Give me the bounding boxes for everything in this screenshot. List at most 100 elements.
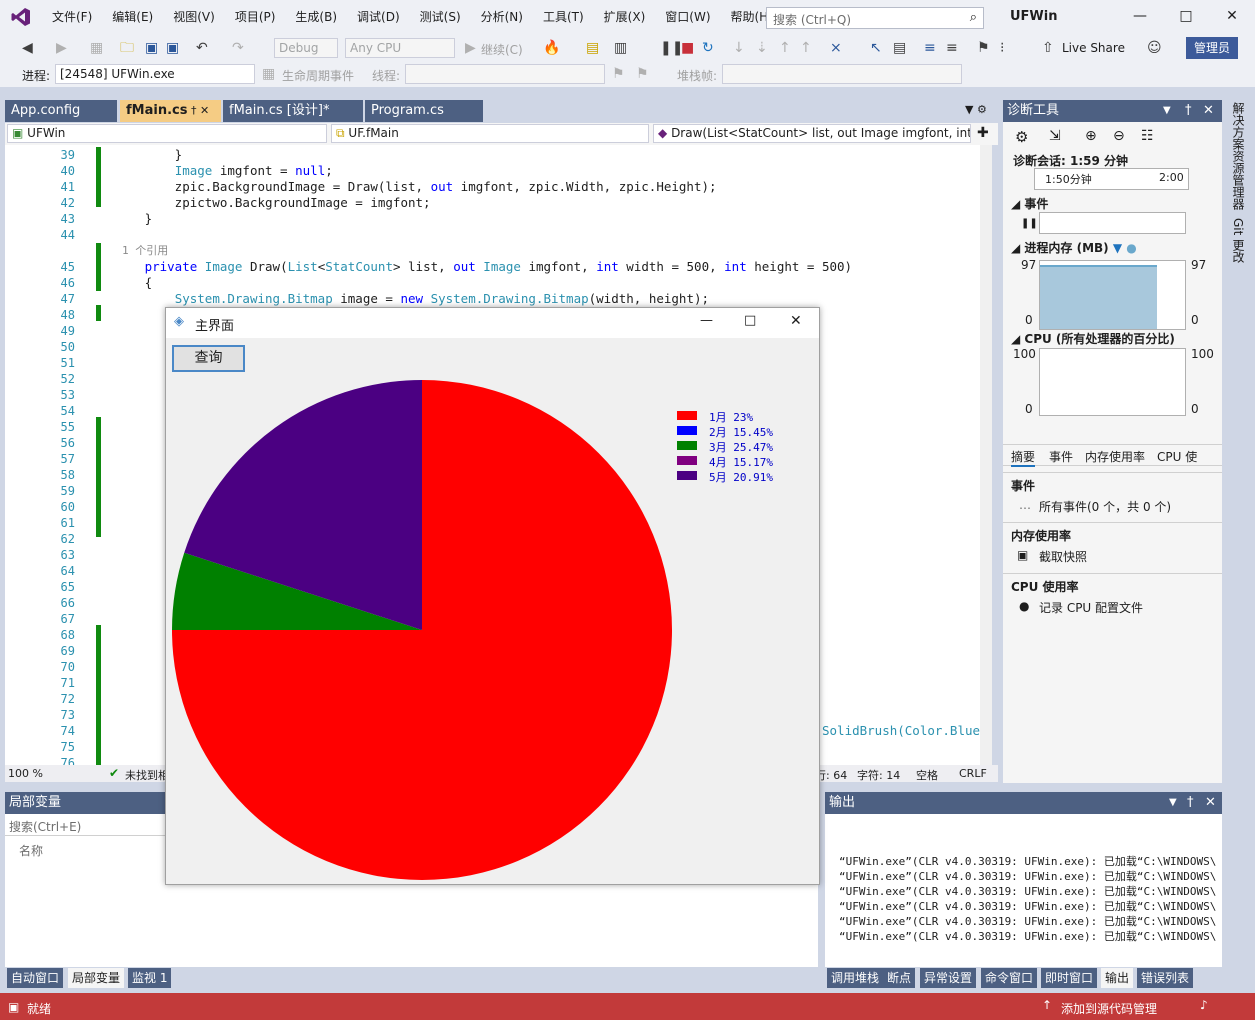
admin-button[interactable]: 管理员 <box>1186 37 1238 59</box>
thread-select[interactable] <box>405 64 605 84</box>
panel-close-icon[interactable]: ✕ <box>1203 100 1214 122</box>
stack-frame-select[interactable] <box>722 64 962 84</box>
project-combo[interactable]: ▣ UFWin <box>7 124 327 143</box>
bottom-tab[interactable]: 断点 <box>883 968 916 988</box>
document-tab[interactable]: fMain.cs [设计]* <box>223 100 363 122</box>
step-out-icon[interactable]: ↑ <box>779 40 791 56</box>
zoom-out-icon[interactable]: ⊖ <box>1113 128 1125 144</box>
feedback-icon[interactable]: ☺ <box>1147 40 1162 56</box>
diagnostic-tab[interactable]: 内存使用率 <box>1085 448 1145 465</box>
maximize-button[interactable]: □ <box>1176 8 1196 26</box>
form-minimize-button[interactable]: — <box>700 313 713 328</box>
menu-item[interactable]: 测试(S) <box>410 0 471 34</box>
config-select[interactable]: Debug <box>274 38 338 58</box>
close-button[interactable]: ✕ <box>1222 8 1242 26</box>
display-layout-icon[interactable]: ▤ <box>893 40 906 56</box>
query-button[interactable]: 查询 <box>172 345 245 372</box>
continue-icon[interactable]: ▶ <box>465 40 476 56</box>
live-visual-tree-icon[interactable]: ⨯ <box>830 40 842 56</box>
bottom-tab[interactable]: 局部变量 <box>68 968 125 988</box>
menu-item[interactable]: 调试(D) <box>347 0 410 34</box>
codelens-references[interactable]: 1 个引用 <box>122 243 168 259</box>
open-folder-icon[interactable]: 🗀 <box>120 40 134 56</box>
flag-icon[interactable]: ⚑ <box>612 66 625 82</box>
pin-icon[interactable]: † <box>1185 100 1192 122</box>
dropdown-icon[interactable]: ▼ <box>1163 100 1171 122</box>
stop-debugging-icon[interactable]: ■ <box>681 40 694 56</box>
editor-vertical-scrollbar[interactable] <box>980 145 992 765</box>
break-all-icon[interactable]: ❚❚ <box>660 40 683 56</box>
main-form-window[interactable]: ◈ 主界面 — □ ✕ 查询 1月 23% 2月 15.45% 3月 25.47% 4… <box>165 307 820 885</box>
menu-item[interactable]: 窗口(W) <box>655 0 720 34</box>
menu-item[interactable]: 编辑(E) <box>102 0 163 34</box>
bottom-tab[interactable]: 错误列表 <box>1137 968 1194 988</box>
tab-close-icon[interactable]: † ✕ <box>187 104 209 117</box>
issues-indicator[interactable]: 未找到相 <box>125 767 169 783</box>
all-events-link[interactable]: 所有事件(0 个，共 0 个) <box>1039 498 1171 515</box>
zoom-level[interactable]: 100 % <box>8 767 43 780</box>
export-icon[interactable]: ⇲ <box>1049 128 1061 144</box>
flag-thread-icon[interactable]: ⚑ <box>636 66 649 82</box>
document-tab[interactable]: Program.cs <box>365 100 483 122</box>
bottom-tab[interactable]: 输出 <box>1101 968 1134 988</box>
solution-explorer-tab[interactable]: 解决方案资源管理器 <box>1230 102 1247 210</box>
tab-overflow-icon[interactable]: ▼ ⚙ <box>965 103 987 116</box>
git-changes-tab[interactable]: Git 更改 <box>1230 218 1247 263</box>
bottom-tab[interactable]: 监视 1 <box>128 968 172 988</box>
new-project-icon[interactable]: ▦ <box>90 40 103 56</box>
forward-icon[interactable]: ▶ <box>56 40 67 56</box>
menu-item[interactable]: 视图(V) <box>163 0 225 34</box>
live-share-label[interactable]: Live Share <box>1062 41 1125 55</box>
member-combo[interactable]: ◆ Draw(List<StatCount> list, out Image i… <box>653 124 971 143</box>
bottom-tab[interactable]: 自动窗口 <box>7 968 64 988</box>
locals-name-column[interactable]: 名称 <box>19 842 43 859</box>
visual-studio-logo-icon[interactable] <box>10 6 32 28</box>
comment-icon[interactable]: ≡ <box>924 40 936 56</box>
notifications-icon[interactable]: ♪ <box>1200 998 1208 1012</box>
back-icon[interactable]: ◀ <box>22 40 33 56</box>
class-combo[interactable]: ⧉ UF.fMain <box>331 124 649 143</box>
form-close-button[interactable]: ✕ <box>790 313 802 329</box>
menu-item[interactable]: 项目(P) <box>225 0 286 34</box>
lifecycle-icon[interactable]: ▦ <box>262 66 275 82</box>
take-snapshot-button[interactable]: 截取快照 <box>1039 548 1087 565</box>
continue-label[interactable]: 继续(C) <box>481 41 523 58</box>
application-insights-icon[interactable]: ▤ <box>586 40 599 56</box>
output-pin-icon[interactable]: † <box>1187 792 1194 814</box>
live-share-icon[interactable]: ⇧ <box>1042 40 1054 56</box>
diagnostic-tab[interactable]: 事件 <box>1049 448 1073 465</box>
restart-icon[interactable]: ↻ <box>702 40 714 56</box>
step-over-icon[interactable]: ⇣ <box>756 40 768 56</box>
diagnostic-tab[interactable]: 摘要 <box>1011 448 1036 467</box>
uncomment-icon[interactable]: ≡ <box>946 40 958 56</box>
search-input[interactable]: 搜索 (Ctrl+Q) ⌕ <box>766 7 984 29</box>
bookmark-nav-icon[interactable]: ⁝ <box>1000 40 1004 56</box>
lifecycle-label[interactable]: 生命周期事件 <box>282 67 354 84</box>
bottom-tab[interactable]: 即时窗口 <box>1041 968 1098 988</box>
menu-item[interactable]: 扩展(X) <box>594 0 656 34</box>
redo-icon[interactable]: ↷ <box>232 40 244 56</box>
minimize-button[interactable]: — <box>1130 8 1150 26</box>
diagnostic-tab[interactable]: CPU 使 <box>1157 448 1197 465</box>
select-element-icon[interactable]: ↖ <box>870 40 882 56</box>
save-icon[interactable]: ▣ <box>145 40 158 56</box>
zoom-in-icon[interactable]: ⊕ <box>1085 128 1097 144</box>
menu-item[interactable]: 文件(F) <box>42 0 102 34</box>
record-cpu-profile-button[interactable]: 记录 CPU 配置文件 <box>1039 599 1143 616</box>
pause-icon[interactable]: ❚❚ <box>1021 218 1038 229</box>
add-to-source-control-button[interactable]: 添加到源代码管理 <box>1061 1000 1157 1017</box>
split-icon[interactable]: ✚ <box>977 125 989 141</box>
bottom-tab[interactable]: 命令窗口 <box>981 968 1038 988</box>
show-next-icon[interactable]: ↑ <box>800 40 812 56</box>
hot-reload-icon[interactable]: 🔥 <box>543 40 560 56</box>
document-tab[interactable]: fMain.cs † ✕ <box>120 100 221 122</box>
platform-select[interactable]: Any CPU <box>345 38 455 58</box>
menu-item[interactable]: 分析(N) <box>471 0 533 34</box>
session-timeline[interactable]: 1:50分钟 2:00 <box>1034 168 1189 190</box>
save-all-icon[interactable]: ▣ <box>166 40 179 56</box>
menu-item[interactable]: 工具(T) <box>533 0 594 34</box>
chart-settings-icon[interactable]: ☷ <box>1141 128 1154 144</box>
bottom-tab[interactable]: 异常设置 <box>920 968 977 988</box>
process-select[interactable]: [24548] UFWin.exe <box>55 64 255 84</box>
output-close-icon[interactable]: ✕ <box>1205 792 1216 814</box>
